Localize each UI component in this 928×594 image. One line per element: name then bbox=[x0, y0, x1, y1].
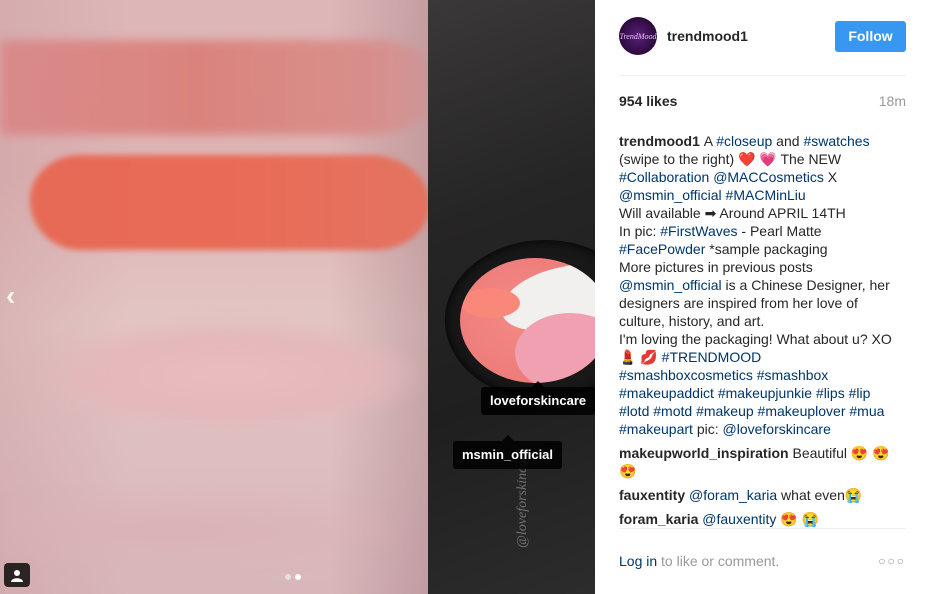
tagged-users-icon[interactable] bbox=[4, 563, 30, 587]
comment-text: and bbox=[772, 133, 804, 149]
hashtag-link[interactable]: #mua bbox=[849, 403, 884, 419]
comment-text: I'm loving the packaging! What about u? … bbox=[619, 331, 892, 347]
hashtag-link[interactable]: #closeup bbox=[716, 133, 772, 149]
hashtag-link[interactable]: #smashboxcosmetics bbox=[619, 367, 753, 383]
carousel-dot bbox=[285, 574, 291, 580]
comment-text: 💄 💋 bbox=[619, 349, 662, 365]
hashtag-link[interactable]: #makeupjunkie bbox=[718, 385, 812, 401]
timestamp[interactable]: 18m bbox=[879, 93, 906, 109]
post-header: TrendMood trendmood1 Follow bbox=[619, 16, 906, 56]
comment-text: culture, history, and art. bbox=[619, 313, 765, 329]
mention-link[interactable]: @MACCosmetics bbox=[713, 169, 824, 185]
comment-text: - Pearl Matte bbox=[737, 223, 822, 239]
username[interactable]: trendmood1 bbox=[667, 28, 835, 44]
comment-text: is a Chinese Designer, her bbox=[721, 277, 890, 293]
divider bbox=[619, 75, 906, 76]
comments-list[interactable]: trendmood1 A #closeup and #swatches (swip… bbox=[619, 132, 906, 527]
hashtag-link[interactable]: #makeup bbox=[696, 403, 754, 419]
login-prompt: Log in to like or comment. bbox=[619, 553, 780, 569]
comment-author[interactable]: makeupworld_inspiration bbox=[619, 445, 789, 461]
more-options-icon[interactable]: ○○○ bbox=[878, 554, 906, 568]
swatch-bottom bbox=[0, 490, 430, 570]
comment-text: *sample packaging bbox=[705, 241, 828, 257]
comment-author[interactable]: fauxentity bbox=[619, 487, 685, 503]
hashtag-link[interactable]: #smashbox bbox=[757, 367, 829, 383]
hashtag-link[interactable]: #FirstWaves bbox=[660, 223, 737, 239]
swatch-coral bbox=[30, 155, 430, 250]
comment: makeupworld_inspiration Beautiful 😍 😍 😍 bbox=[619, 444, 906, 480]
user-tag-loveforskincare[interactable]: loveforskincare bbox=[481, 381, 595, 415]
hashtag-link[interactable]: #MACMinLiu bbox=[726, 187, 806, 203]
swatch-pink bbox=[40, 320, 420, 430]
hashtag-link[interactable]: #motd bbox=[653, 403, 692, 419]
hashtag-link[interactable]: #FacePowder bbox=[619, 241, 705, 257]
comment-text: In pic: bbox=[619, 223, 661, 239]
swatch-top bbox=[0, 40, 440, 135]
hashtag-link[interactable]: #Collaboration bbox=[619, 169, 709, 185]
mention-link[interactable]: @msmin_official bbox=[619, 187, 722, 203]
comment-text: More pictures in previous posts bbox=[619, 259, 813, 275]
post-footer: Log in to like or comment. ○○○ bbox=[619, 553, 906, 569]
comment-text: pic: bbox=[692, 421, 723, 437]
post-meta: 954 likes 18m bbox=[619, 93, 906, 109]
hashtag-link[interactable]: #lip bbox=[849, 385, 871, 401]
likes-count[interactable]: 954 likes bbox=[619, 93, 677, 109]
comment-text: what even😭 bbox=[777, 487, 863, 503]
user-tag-msmin[interactable]: msmin_official bbox=[453, 435, 563, 469]
hashtag-link[interactable]: #TRENDMOOD bbox=[662, 349, 762, 365]
hashtag-link[interactable]: #lotd bbox=[619, 403, 649, 419]
comment-text: X bbox=[823, 169, 838, 185]
mention-link[interactable]: @loveforskincare bbox=[723, 421, 831, 437]
comment-text: Will available ➡ Around APRIL 14TH bbox=[619, 205, 846, 221]
hashtag-link[interactable]: #makeupaddict bbox=[619, 385, 714, 401]
login-link[interactable]: Log in bbox=[619, 553, 657, 569]
follow-button[interactable]: Follow bbox=[835, 20, 906, 52]
post-photo[interactable]: @loveforskincare loveforskincare msmin_o… bbox=[0, 0, 595, 594]
hashtag-link[interactable]: #makeuplover bbox=[758, 403, 846, 419]
carousel-indicator bbox=[285, 574, 301, 580]
caption-author[interactable]: trendmood1 bbox=[619, 133, 704, 149]
mention-link[interactable]: @msmin_official bbox=[619, 277, 722, 293]
mention-link[interactable]: @fauxentity bbox=[702, 511, 776, 527]
comment-author[interactable]: foram_karia bbox=[619, 511, 698, 527]
comment-text: (swipe to the right) ❤️ 💗 The NEW bbox=[619, 151, 842, 167]
comment-text: 😍 😭 bbox=[776, 511, 820, 527]
comment: foram_karia @fauxentity 😍 😭 bbox=[619, 510, 906, 527]
caption: trendmood1 A #closeup and #swatches (swip… bbox=[619, 132, 906, 438]
comment: fauxentity @foram_karia what even😭 bbox=[619, 486, 906, 504]
divider bbox=[619, 528, 906, 529]
hashtag-link[interactable]: #swatches bbox=[803, 133, 869, 149]
post-side-panel: TrendMood trendmood1 Follow 954 likes 18… bbox=[595, 0, 928, 594]
avatar[interactable]: TrendMood bbox=[619, 17, 657, 55]
mention-link[interactable]: @foram_karia bbox=[689, 487, 777, 503]
comment-text: A bbox=[703, 133, 717, 149]
carousel-dot bbox=[295, 574, 301, 580]
comment-text: designers are inspired from her love of bbox=[619, 295, 858, 311]
hashtag-link[interactable]: #lips bbox=[816, 385, 845, 401]
chevron-left-icon[interactable]: ‹ bbox=[6, 282, 26, 310]
hashtag-link[interactable]: #makeupart bbox=[619, 421, 693, 437]
